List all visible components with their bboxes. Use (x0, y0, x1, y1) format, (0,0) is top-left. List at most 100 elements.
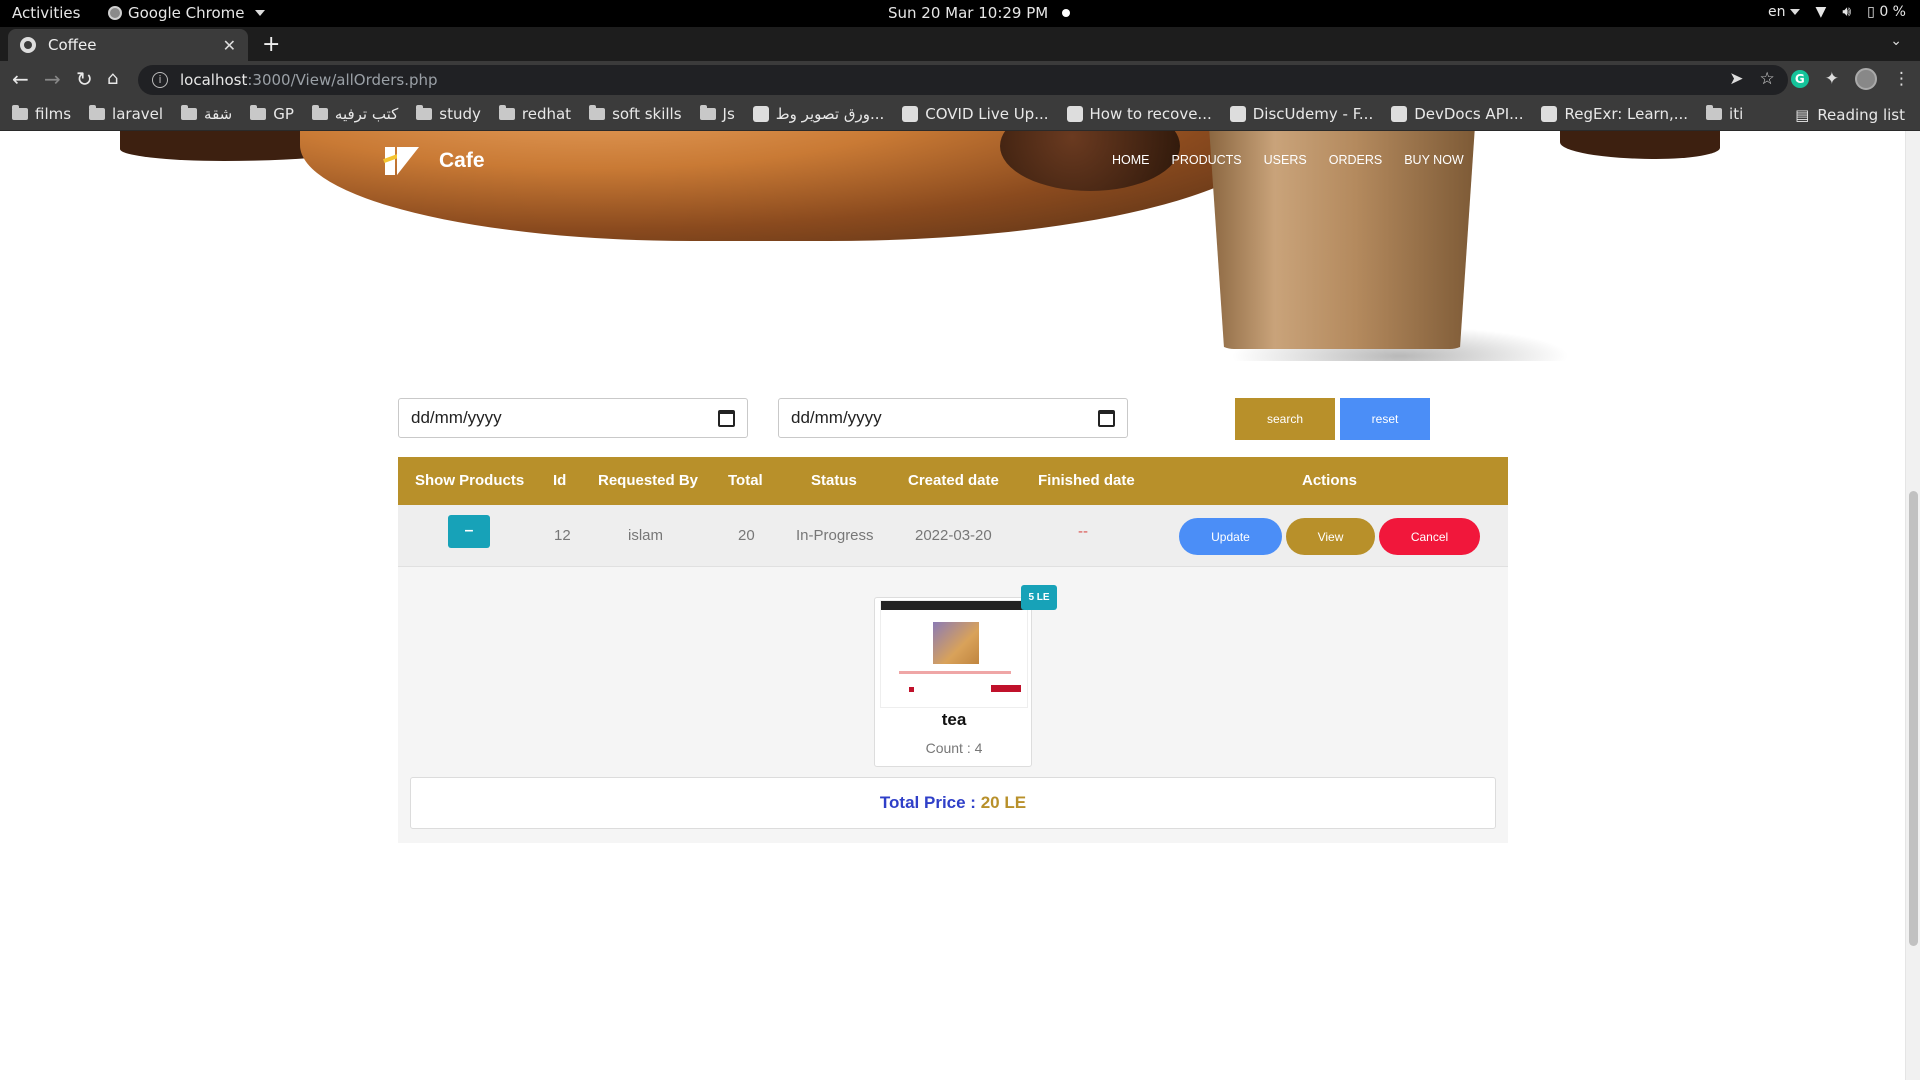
toggle-products-button[interactable]: – (448, 515, 490, 548)
header-status: Status (811, 472, 857, 489)
language-label: en (1768, 4, 1786, 20)
bookmark-item[interactable]: DiscUdemy - F... (1229, 105, 1373, 123)
product-card: tea Count : 4 (874, 597, 1032, 767)
bookmark-label: GP (273, 105, 294, 123)
bookmark-label: شقة (204, 105, 233, 123)
nav-products[interactable]: PRODUCTS (1172, 153, 1242, 167)
logo-mark-icon (383, 145, 433, 177)
page-scrollbar[interactable] (1905, 131, 1920, 1080)
bookmark-label: COVID Live Up... (925, 105, 1049, 123)
coffee-splash-image (1560, 131, 1720, 159)
total-price-value: 20 LE (980, 793, 1027, 812)
hero-banner: Cafe HOME PRODUCTS USERS ORDERS BUY NOW (0, 131, 1905, 361)
bookmark-item[interactable]: GP (250, 105, 294, 123)
folder-icon (250, 105, 267, 120)
send-icon[interactable]: ➤ (1729, 69, 1743, 89)
order-status: In-Progress (796, 527, 874, 544)
header-created-date: Created date (908, 472, 999, 489)
bookmark-item[interactable]: redhat (498, 105, 571, 123)
bookmark-label: RegExr: Learn,... (1564, 105, 1689, 123)
bookmark-item[interactable]: كتب ترفيه (311, 105, 399, 123)
forward-icon[interactable]: → (44, 69, 61, 89)
order-created-date: 2022-03-20 (915, 527, 992, 544)
bookmark-label: films (35, 105, 72, 123)
language-indicator[interactable]: en (1768, 4, 1800, 20)
bookmark-item[interactable]: study (416, 105, 481, 123)
bookmark-item[interactable]: laravel (89, 105, 163, 123)
bookmark-item[interactable]: DevDocs API... (1391, 105, 1523, 123)
folder-icon (589, 105, 606, 120)
reset-button[interactable]: reset (1340, 398, 1430, 440)
browser-tab[interactable]: Coffee ✕ (8, 29, 248, 61)
bookmark-label: laravel (112, 105, 164, 123)
scrollbar-thumb[interactable] (1909, 491, 1918, 946)
nav-buy-now[interactable]: BUY NOW (1404, 153, 1464, 167)
bookmark-label: How to recove... (1089, 105, 1212, 123)
site-icon (902, 106, 919, 122)
bookmark-label: كتب ترفيه (334, 105, 399, 123)
header-finished-date: Finished date (1038, 472, 1135, 489)
folder-icon (181, 105, 198, 120)
bookmark-label: study (439, 105, 481, 123)
info-icon[interactable]: i (152, 72, 168, 88)
bookmark-item[interactable]: soft skills (589, 105, 682, 123)
bookmark-item[interactable]: RegExr: Learn,... (1541, 105, 1688, 123)
folder-icon (699, 105, 716, 120)
favicon-icon (20, 37, 36, 53)
tab-search-icon[interactable]: ⌄ (1890, 33, 1902, 49)
date-from-input[interactable]: dd/mm/yyyy (398, 398, 748, 438)
nav-home[interactable]: HOME (1112, 153, 1150, 167)
grammarly-extension-icon[interactable]: G (1790, 70, 1809, 88)
wifi-icon: ▼ (1815, 4, 1827, 20)
table-header: Show Products Id Requested By Total Stat… (398, 457, 1508, 505)
chevron-down-icon (1789, 9, 1800, 15)
url-host: localhost (180, 71, 248, 89)
bookmark-label: iti (1729, 105, 1744, 123)
chevron-down-icon (254, 10, 265, 16)
kebab-menu-icon[interactable]: ⋮ (1893, 69, 1910, 89)
bookmark-item[interactable]: Js (699, 105, 735, 123)
address-bar[interactable]: i localhost:3000/View/allOrders.php (138, 65, 1788, 95)
bookmark-star-icon[interactable]: ☆ (1760, 69, 1775, 89)
app-menu[interactable]: Google Chrome (108, 4, 265, 22)
bookmark-item[interactable]: COVID Live Up... (902, 105, 1049, 123)
new-tab-button[interactable]: + (262, 32, 280, 57)
system-tray[interactable]: en ▼ 🔊︎ ▯ 0 % (1768, 4, 1906, 20)
page-viewport: Cafe HOME PRODUCTS USERS ORDERS BUY NOW … (0, 131, 1920, 1080)
view-button[interactable]: View (1286, 518, 1375, 555)
update-button[interactable]: Update (1179, 518, 1282, 555)
site-logo[interactable]: Cafe (383, 145, 485, 177)
reading-list-button[interactable]: ▤ Reading list (1795, 98, 1905, 131)
date-to-input[interactable]: dd/mm/yyyy (778, 398, 1128, 438)
reload-icon[interactable]: ↻ (76, 69, 93, 89)
calendar-icon[interactable] (718, 409, 735, 427)
cancel-button[interactable]: Cancel (1379, 518, 1480, 555)
nav-orders[interactable]: ORDERS (1329, 153, 1382, 167)
bookmark-item[interactable]: films (12, 105, 71, 123)
battery-indicator: ▯ 0 % (1867, 4, 1906, 20)
home-icon[interactable]: ⌂ (107, 69, 118, 89)
bookmark-label: soft skills (612, 105, 682, 123)
notification-dot-icon (1062, 9, 1071, 17)
folder-icon (498, 105, 515, 120)
profile-avatar[interactable] (1855, 68, 1877, 90)
bookmark-item[interactable]: شقة (181, 105, 232, 123)
back-icon[interactable]: ← (12, 69, 29, 89)
close-tab-icon[interactable]: ✕ (223, 36, 236, 55)
bookmark-item[interactable]: ورق تصوير وط... (752, 105, 884, 123)
site-nav: HOME PRODUCTS USERS ORDERS BUY NOW (1112, 153, 1464, 167)
nav-users[interactable]: USERS (1264, 153, 1307, 167)
extensions-puzzle-icon[interactable]: ✦ (1825, 69, 1839, 89)
activities-button[interactable]: Activities (12, 4, 80, 22)
search-button[interactable]: search (1235, 398, 1335, 440)
volume-icon: 🔊︎ (1842, 4, 1852, 20)
bookmarks-bar: films laravel شقة GP كتب ترفيه study redhat sof… (0, 98, 1920, 131)
clock[interactable]: Sun 20 Mar 10:29 PM (888, 4, 1071, 22)
battery-icon: ▯ (1867, 4, 1875, 20)
site-icon (1541, 106, 1558, 122)
calendar-icon[interactable] (1098, 409, 1115, 427)
folder-icon (416, 105, 433, 120)
bookmark-item[interactable]: How to recove... (1066, 105, 1212, 123)
date-from-placeholder: dd/mm/yyyy (411, 408, 502, 427)
bookmark-item[interactable]: iti (1706, 105, 1743, 123)
